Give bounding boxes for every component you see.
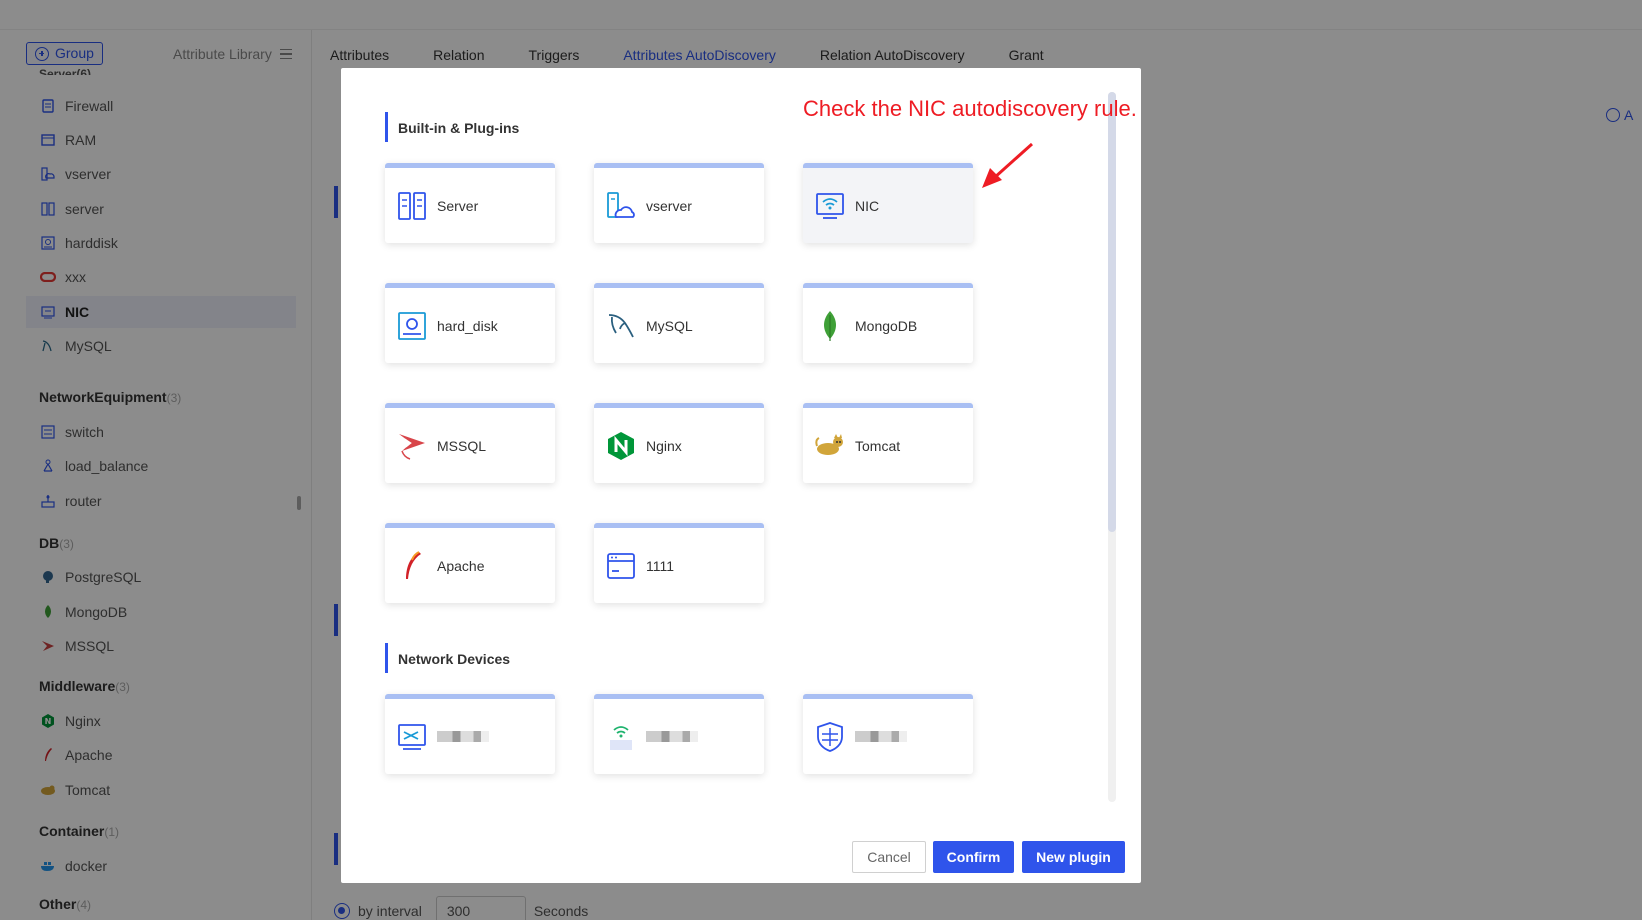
plugin-card-network-router[interactable] (594, 694, 764, 774)
plugin-card-label: vserver (646, 197, 692, 214)
plugin-select-modal: Built-in & Plug-ins Server vserver NIC h… (341, 68, 1141, 883)
nic-wifi-icon (815, 191, 845, 221)
plugin-card-label: Server (437, 197, 479, 214)
plugin-card-label: Tomcat (855, 437, 901, 454)
annotation-text: Check the NIC autodiscovery rule. (803, 96, 1137, 121)
plugin-card-mongodb[interactable]: MongoDB (803, 283, 973, 363)
plugin-card-server[interactable]: Server (385, 163, 555, 243)
section-title-network: Network Devices (385, 643, 510, 673)
apache-feather-icon (397, 550, 427, 581)
plugin-card-label: Apache (437, 557, 485, 574)
plugin-card-label: MSSQL (437, 437, 487, 454)
plugin-card-tomcat[interactable]: Tomcat (803, 403, 973, 483)
harddisk-icon (397, 311, 427, 341)
plugin-card-label: Nginx (646, 437, 682, 454)
plugin-card-mssql[interactable]: MSSQL (385, 403, 555, 483)
window-icon (606, 551, 636, 581)
blurred-label (437, 731, 489, 742)
confirm-button[interactable]: Confirm (933, 841, 1014, 873)
firewall-shield-icon (815, 721, 845, 752)
plugin-card-label: MongoDB (855, 317, 918, 334)
plugin-card-apache[interactable]: Apache (385, 523, 555, 603)
plugin-card-network-switch[interactable] (385, 694, 555, 774)
plugin-card-label: hard_disk (437, 317, 498, 334)
plugin-card-hard-disk[interactable]: hard_disk (385, 283, 555, 363)
plugin-card-nic[interactable]: NIC (803, 163, 973, 243)
blurred-label (855, 731, 907, 742)
plugin-card-nginx[interactable]: Nginx (594, 403, 764, 483)
mssql-icon (397, 431, 427, 461)
modal-scrollbar[interactable] (1108, 92, 1116, 802)
plugin-card-vserver[interactable]: vserver (594, 163, 764, 243)
annotation-arrow-icon (982, 142, 1034, 188)
new-plugin-button[interactable]: New plugin (1022, 841, 1125, 873)
plugin-card-network-firewall[interactable] (803, 694, 973, 774)
wifi-router-icon (606, 722, 636, 752)
cloud-server-icon (606, 191, 636, 221)
plugin-card-1111[interactable]: 1111 (594, 523, 764, 603)
nginx-icon (606, 431, 636, 461)
tomcat-icon (815, 431, 845, 461)
server-rack-icon (397, 191, 427, 221)
switch-icon (397, 722, 427, 752)
plugin-card-label: 1111 (646, 557, 675, 574)
modal-scrollbar-thumb[interactable] (1108, 92, 1116, 532)
plugin-card-label: NIC (855, 197, 880, 214)
cancel-button[interactable]: Cancel (852, 841, 926, 873)
plugin-card-mysql[interactable]: MySQL (594, 283, 764, 363)
plugin-card-label: MySQL (646, 317, 693, 334)
blurred-label (646, 731, 698, 742)
mysql-dolphin-icon (606, 311, 636, 341)
mongodb-leaf-icon (815, 310, 845, 341)
section-title-builtin: Built-in & Plug-ins (385, 112, 519, 142)
